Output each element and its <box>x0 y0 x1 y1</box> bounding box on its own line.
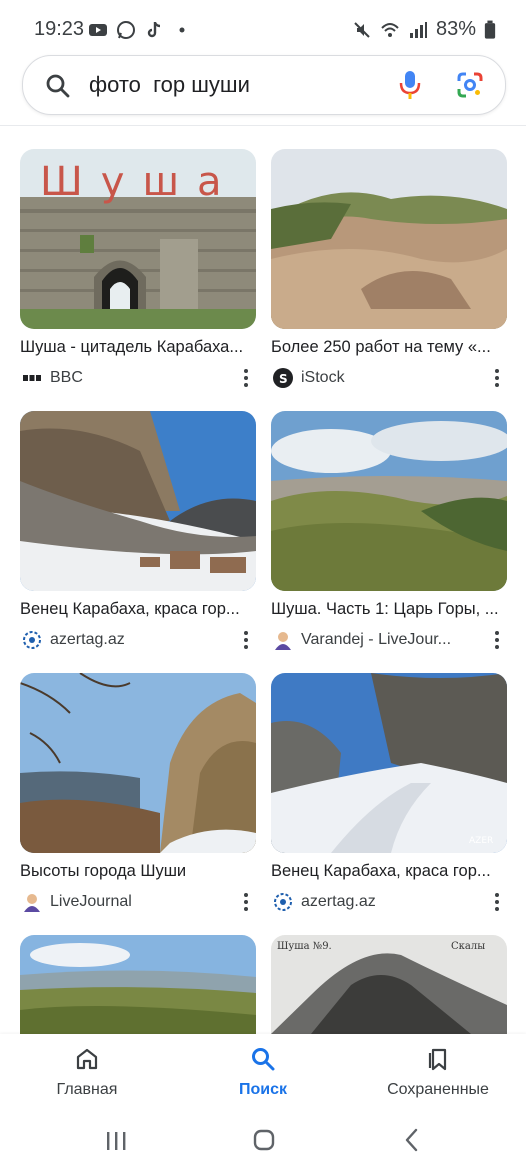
result-thumbnail[interactable] <box>20 935 256 1034</box>
whatsapp-icon <box>117 21 135 39</box>
more-notifications-icon <box>179 27 185 33</box>
result-thumbnail[interactable] <box>271 411 507 591</box>
result-card[interactable]: Высоты города Шуши LiveJournal <box>20 673 256 913</box>
mute-icon <box>354 21 370 38</box>
nav-home[interactable]: Главная <box>12 1046 162 1099</box>
azertag-favicon <box>22 630 42 650</box>
nav-home-label: Главная <box>56 1081 118 1098</box>
search-input[interactable]: фото гор шуши <box>89 72 250 98</box>
result-card[interactable]: Шуша. Часть 1: Царь Горы, ... Varandej -… <box>271 411 507 651</box>
more-options-icon[interactable] <box>244 369 248 390</box>
google-lens-icon[interactable] <box>457 72 483 98</box>
result-card[interactable]: AZER Венец Карабаха, краса гор... azerta… <box>271 673 507 913</box>
tiktok-icon <box>147 22 161 38</box>
search-icon <box>252 1048 275 1071</box>
result-thumbnail[interactable]: Шуша <box>20 149 256 329</box>
battery-percent: 83% <box>435 18 476 40</box>
more-options-icon[interactable] <box>495 893 499 914</box>
battery-icon <box>484 20 496 39</box>
status-time: 19:23 <box>34 18 85 40</box>
shusha-sign-text: Шуша <box>40 159 240 205</box>
svg-text:S: S <box>279 372 288 386</box>
search-bar[interactable]: фото гор шуши <box>22 55 506 115</box>
result-thumbnail[interactable] <box>20 673 256 853</box>
livejournal-avatar-icon <box>22 892 42 912</box>
wifi-icon <box>381 22 399 37</box>
result-thumbnail[interactable]: AZER <box>271 673 507 853</box>
result-title[interactable]: Венец Карабаха, краса гор... <box>271 862 501 881</box>
result-source: BBC <box>50 369 83 386</box>
nav-saved[interactable]: Сохраненные <box>363 1046 513 1099</box>
back-icon[interactable] <box>402 1128 422 1152</box>
result-source-row[interactable]: S iStock <box>271 367 507 389</box>
result-title[interactable]: Более 250 работ на тему «... <box>271 338 501 357</box>
result-title[interactable]: Шуша. Часть 1: Царь Горы, ... <box>271 600 501 619</box>
result-source: azertag.az <box>301 893 376 910</box>
result-title[interactable]: Высоты города Шуши <box>20 862 250 881</box>
more-options-icon[interactable] <box>495 631 499 652</box>
postcard-caption-left: Шуша №9. <box>277 941 332 952</box>
result-card[interactable]: Более 250 работ на тему «... S iStock <box>271 149 507 389</box>
result-thumbnail[interactable] <box>20 411 256 591</box>
result-title[interactable]: Венец Карабаха, краса гор... <box>20 600 250 619</box>
result-thumbnail[interactable] <box>271 149 507 329</box>
result-source: Varandej - LiveJour... <box>301 631 452 648</box>
result-source-row[interactable]: BBC <box>20 367 256 389</box>
result-card[interactable] <box>20 935 256 1034</box>
bbc-favicon <box>22 368 42 388</box>
result-card[interactable]: Шуша Шуша - цитадель Карабаха... BBC <box>20 149 256 389</box>
home-button-icon[interactable] <box>252 1128 276 1152</box>
result-source-row[interactable]: azertag.az <box>271 891 507 913</box>
livejournal-avatar-icon <box>273 630 293 650</box>
result-source-row[interactable]: LiveJournal <box>20 891 256 913</box>
header-divider <box>0 125 526 126</box>
system-navigation-bar <box>0 1118 526 1168</box>
more-options-icon[interactable] <box>495 369 499 390</box>
result-source: azertag.az <box>50 631 125 648</box>
microphone-icon[interactable] <box>399 70 421 100</box>
more-options-icon[interactable] <box>244 893 248 914</box>
bottom-navigation: Главная Поиск Сохраненные <box>0 1034 526 1118</box>
nav-saved-label: Сохраненные <box>387 1081 489 1098</box>
status-bar: 19:23 83% <box>0 0 526 60</box>
signal-icon <box>409 21 427 38</box>
more-options-icon[interactable] <box>244 631 248 652</box>
istock-favicon: S <box>273 368 293 388</box>
watermark-text: AZER <box>469 836 493 846</box>
search-icon <box>46 74 70 98</box>
result-source: LiveJournal <box>50 893 132 910</box>
result-source: iStock <box>301 369 345 386</box>
azertag-favicon <box>273 892 293 912</box>
result-thumbnail[interactable]: Шуша №9. Скалы <box>271 935 507 1034</box>
nav-search[interactable]: Поиск <box>188 1046 338 1099</box>
result-card[interactable]: Венец Карабаха, краса гор... azertag.az <box>20 411 256 651</box>
home-icon <box>76 1048 98 1070</box>
result-source-row[interactable]: azertag.az <box>20 629 256 651</box>
result-card[interactable]: Шуша №9. Скалы <box>271 935 507 1034</box>
postcard-caption-right: Скалы <box>451 941 485 952</box>
recent-apps-icon[interactable] <box>105 1130 127 1152</box>
result-title[interactable]: Шуша - цитадель Карабаха... <box>20 338 250 357</box>
youtube-icon <box>89 24 107 36</box>
result-source-row[interactable]: Varandej - LiveJour... <box>271 629 507 651</box>
bookmarks-icon <box>428 1048 447 1071</box>
nav-search-label: Поиск <box>238 1081 287 1098</box>
